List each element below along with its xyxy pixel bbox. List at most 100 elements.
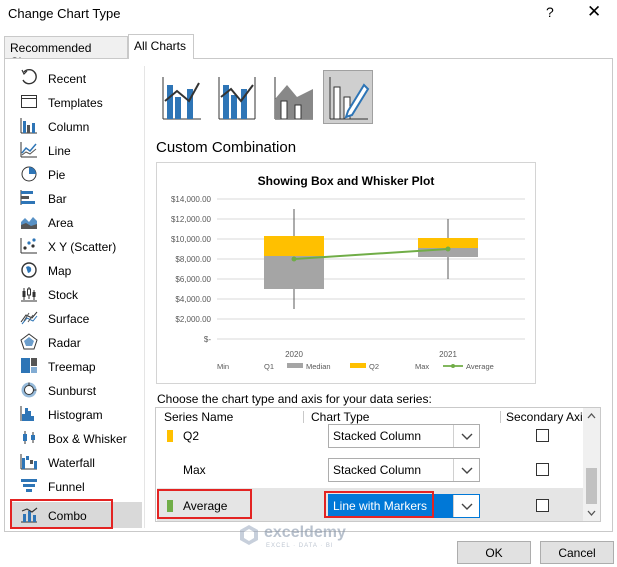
chart-type-line[interactable]: Line bbox=[12, 138, 142, 162]
chart-type-scatter[interactable]: X Y (Scatter) bbox=[12, 234, 142, 258]
chart-type-label: Stock bbox=[48, 288, 79, 302]
y-tick-label: $12,000.00 bbox=[171, 215, 212, 224]
scrollbar-thumb[interactable] bbox=[586, 468, 597, 504]
histogram-chart-icon bbox=[20, 406, 34, 421]
dropdown-arrow[interactable] bbox=[453, 425, 479, 447]
stacked-area-clustered-column-icon bbox=[274, 77, 313, 120]
series-row-q2[interactable]: Q2 Stacked Column bbox=[157, 418, 584, 452]
legend-label: Max bbox=[415, 362, 429, 371]
dropdown-arrow[interactable] bbox=[453, 459, 479, 481]
chart-type-label: Area bbox=[48, 216, 74, 230]
tab-all-charts[interactable]: All Charts bbox=[128, 34, 194, 59]
chart-type-label: Recent bbox=[48, 72, 87, 86]
chart-type-pie[interactable]: Pie bbox=[12, 162, 142, 186]
templates-icon bbox=[21, 95, 37, 108]
subtype-clustered-column-line-secondary-axis[interactable] bbox=[212, 70, 262, 124]
chart-type-radar[interactable]: Radar bbox=[12, 330, 142, 354]
y-axis: $- $2,000.00 $4,000.00 $6,000.00 $8,000.00 $1… bbox=[171, 195, 525, 344]
watermark-logo: exceldemy EXCEL · DATA · BI bbox=[238, 522, 408, 552]
stock-chart-icon bbox=[21, 287, 37, 302]
section-heading: Custom Combination bbox=[156, 139, 297, 156]
chart-type-value: Stacked Column bbox=[333, 463, 422, 477]
subtype-stacked-area-clustered-column[interactable] bbox=[268, 70, 318, 124]
chart-type-label: X Y (Scatter) bbox=[48, 240, 117, 254]
watermark-name: exceldemy bbox=[264, 524, 346, 541]
chart-type-select[interactable]: Stacked Column bbox=[328, 424, 480, 448]
subtype-custom-combination[interactable] bbox=[323, 70, 373, 124]
chart-title: Showing Box and Whisker Plot bbox=[258, 174, 435, 188]
chart-type-funnel[interactable]: Funnel bbox=[12, 474, 142, 498]
subtype-clustered-column-line[interactable] bbox=[156, 70, 206, 124]
dialog-title-bar: Change Chart Type ? ✕ bbox=[0, 0, 617, 28]
chart-type-map[interactable]: Map bbox=[12, 258, 142, 282]
y-tick-label: $14,000.00 bbox=[171, 195, 212, 204]
ok-button[interactable]: OK bbox=[457, 541, 531, 564]
cancel-button[interactable]: Cancel bbox=[540, 541, 614, 564]
y-tick-label: $2,000.00 bbox=[175, 315, 211, 324]
legend-label: Median bbox=[306, 362, 331, 371]
clustered-column-line-secondary-axis-icon bbox=[218, 77, 256, 120]
chart-type-label: Line bbox=[48, 144, 71, 158]
tab-label: All Charts bbox=[134, 39, 187, 53]
custom-combination-icon bbox=[329, 77, 370, 120]
chart-type-label: Sunburst bbox=[48, 384, 97, 398]
chart-type-label: Histogram bbox=[48, 408, 103, 422]
chart-type-surface[interactable]: Surface bbox=[12, 306, 142, 330]
chart-type-label: Pie bbox=[48, 168, 66, 182]
legend-swatch bbox=[350, 363, 366, 368]
series-table-scrollbar[interactable] bbox=[583, 408, 600, 521]
surface-chart-icon bbox=[20, 311, 38, 325]
chart-type-column[interactable]: Column bbox=[12, 114, 142, 138]
chart-preview: Showing Box and Whisker Plot $- $2,000.00… bbox=[156, 162, 536, 384]
chart-type-label: Map bbox=[48, 264, 72, 278]
chart-type-label: Templates bbox=[48, 96, 103, 110]
chart-type-waterfall[interactable]: Waterfall bbox=[12, 450, 142, 474]
y-tick-label: $8,000.00 bbox=[175, 255, 211, 264]
bar-q2 bbox=[264, 236, 324, 256]
series-row-max[interactable]: Max Stacked Column bbox=[157, 452, 584, 486]
series-name: Q2 bbox=[183, 429, 200, 443]
chart-type-value: Stacked Column bbox=[333, 429, 422, 443]
close-button[interactable]: ✕ bbox=[587, 2, 601, 22]
chart-type-histogram[interactable]: Histogram bbox=[12, 402, 142, 426]
area-chart-icon bbox=[21, 217, 37, 229]
chart-type-select[interactable]: Stacked Column bbox=[328, 458, 480, 482]
waterfall-chart-icon bbox=[20, 454, 37, 470]
chart-type-label: Treemap bbox=[48, 360, 96, 374]
chart-type-box-whisker[interactable]: Box & Whisker bbox=[12, 426, 142, 450]
chart-type-stock[interactable]: Stock bbox=[12, 282, 142, 306]
secondary-axis-checkbox[interactable] bbox=[536, 463, 549, 476]
tab-recommended-charts[interactable]: Recommended Charts bbox=[4, 36, 128, 69]
chevron-down-icon bbox=[461, 433, 473, 440]
chart-type-label: Bar bbox=[48, 192, 67, 206]
y-tick-label: $6,000.00 bbox=[175, 275, 211, 284]
radar-chart-icon bbox=[20, 333, 38, 350]
chart-type-label: Box & Whisker bbox=[48, 432, 127, 446]
chart-type-bar[interactable]: Bar bbox=[12, 186, 142, 210]
scatter-chart-icon bbox=[20, 238, 37, 254]
line-chart-icon bbox=[20, 142, 37, 158]
chart-type-list: Recent Templates Column Line Pie Bar Are… bbox=[12, 66, 142, 528]
average-type-highlight-box bbox=[324, 491, 434, 518]
scroll-down-icon[interactable] bbox=[583, 507, 600, 519]
chart-type-recent[interactable]: Recent bbox=[12, 66, 142, 90]
scroll-up-icon[interactable] bbox=[583, 410, 600, 422]
chart-type-label: Surface bbox=[48, 312, 90, 326]
help-button[interactable]: ? bbox=[546, 4, 554, 20]
secondary-axis-checkbox[interactable] bbox=[536, 429, 549, 442]
chart-type-label: Funnel bbox=[48, 480, 85, 494]
x-tick-label: 2020 bbox=[285, 350, 303, 359]
secondary-axis-checkbox[interactable] bbox=[536, 499, 549, 512]
sunburst-chart-icon bbox=[21, 382, 37, 398]
legend-label: Q2 bbox=[369, 362, 379, 371]
chart-type-sunburst[interactable]: Sunburst bbox=[12, 378, 142, 402]
map-chart-icon bbox=[21, 262, 37, 278]
chart-type-area[interactable]: Area bbox=[12, 210, 142, 234]
clustered-column-line-icon bbox=[162, 77, 201, 120]
average-name-highlight-box bbox=[157, 489, 252, 519]
watermark-tagline: EXCEL · DATA · BI bbox=[266, 543, 334, 549]
chart-type-treemap[interactable]: Treemap bbox=[12, 354, 142, 378]
chart-type-templates[interactable]: Templates bbox=[12, 90, 142, 114]
chart-type-label: Waterfall bbox=[48, 456, 95, 470]
dropdown-arrow[interactable] bbox=[453, 495, 479, 517]
